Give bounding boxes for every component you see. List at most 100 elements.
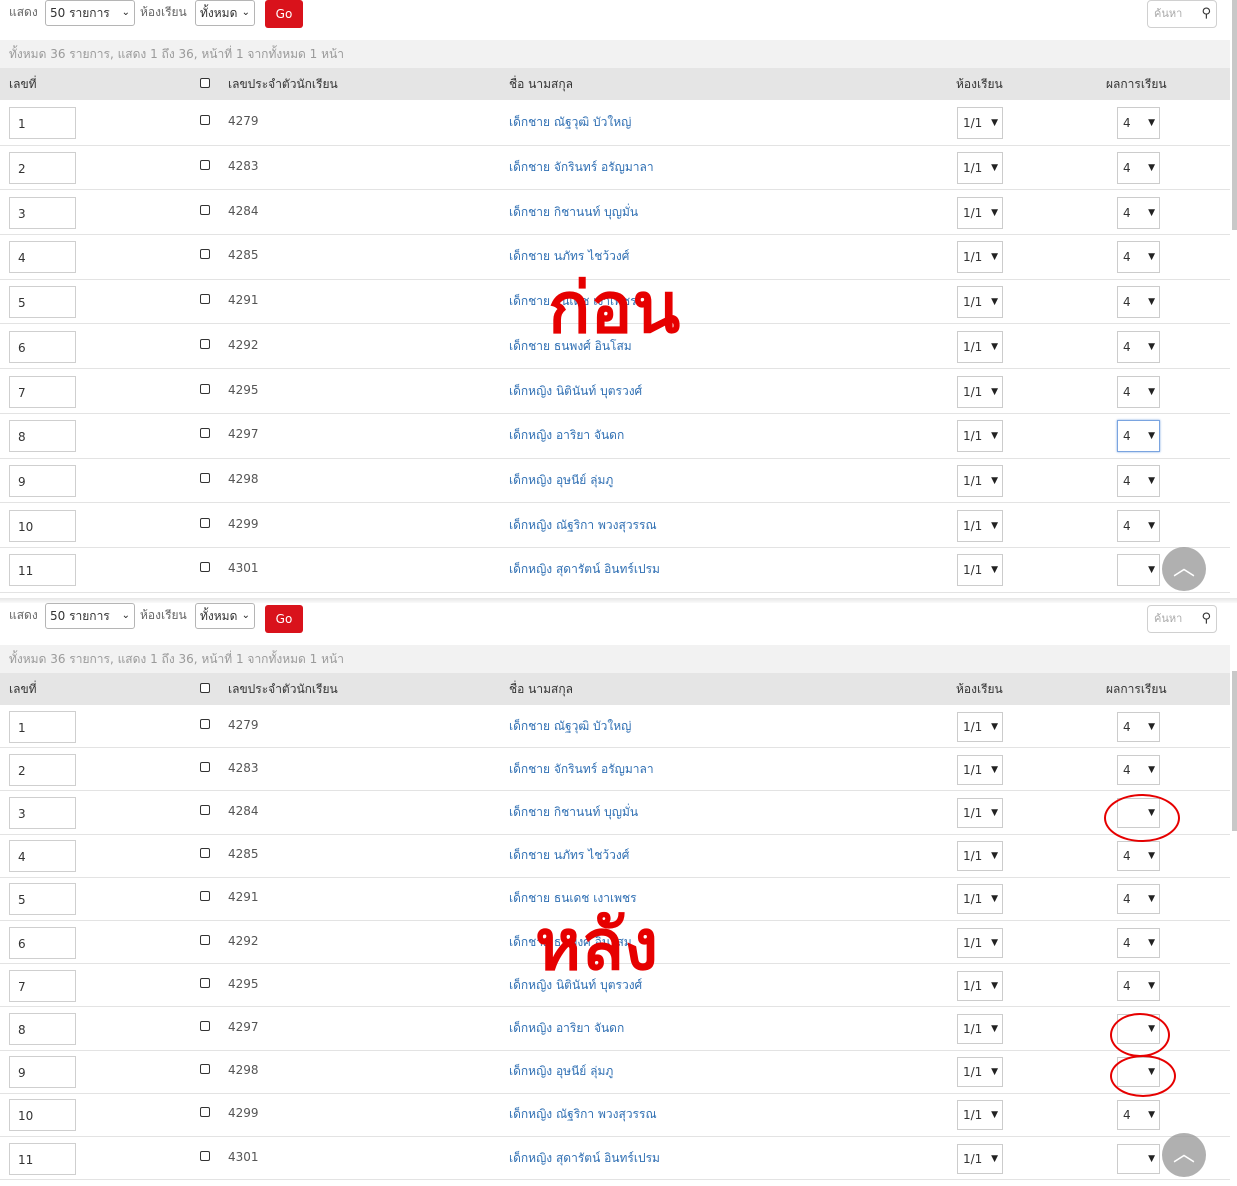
row-checkbox[interactable]: [200, 1020, 210, 1031]
row-checkbox[interactable]: [200, 472, 210, 483]
result-select[interactable]: 4 ▼: [1117, 509, 1160, 542]
student-name-link[interactable]: เด็กชาย กิชานนท์ บุญมั่น: [509, 203, 638, 222]
page-size-select[interactable]: 50 รายการ ⌄: [45, 0, 135, 26]
seq-input[interactable]: 10: [9, 509, 76, 542]
room-select[interactable]: 1/1 ▼: [957, 464, 1003, 497]
room-select[interactable]: 1/1 ▼: [957, 152, 1003, 185]
room-select[interactable]: 1/1 ▼: [957, 711, 1003, 742]
student-name-link[interactable]: เด็กหญิง อาริยา จันดก: [509, 1019, 624, 1038]
vertical-scrollbar[interactable]: [1232, 0, 1237, 230]
go-button[interactable]: Go: [265, 0, 303, 28]
student-name-link[interactable]: เด็กชาย จักรินทร์ อรัญมาลา: [509, 760, 654, 779]
student-name-link[interactable]: เด็กชาย นภัทร ไชว้วงศ์: [509, 247, 629, 266]
row-checkbox[interactable]: [200, 204, 210, 215]
seq-input[interactable]: 11: [9, 1142, 76, 1175]
room-select[interactable]: 1/1 ▼: [957, 1100, 1003, 1131]
select-all-checkbox[interactable]: [200, 78, 210, 88]
room-select[interactable]: 1/1 ▼: [957, 375, 1003, 408]
row-checkbox[interactable]: [200, 1064, 210, 1075]
student-name-link[interactable]: เด็กหญิง อุษนีย์ ลุ่มภู: [509, 471, 613, 490]
scroll-to-top-button[interactable]: ︿: [1162, 547, 1206, 591]
result-select[interactable]: 4 ▼: [1117, 841, 1160, 872]
select-all-checkbox[interactable]: [200, 683, 210, 693]
room-filter-select[interactable]: ทั้งหมด ⌄: [195, 0, 255, 26]
student-name-link[interactable]: เด็กชาย กิชานนท์ บุญมั่น: [509, 803, 638, 822]
result-select[interactable]: 4 ▼: [1117, 107, 1160, 140]
seq-input[interactable]: 4: [9, 840, 76, 873]
room-select[interactable]: 1/1 ▼: [957, 797, 1003, 828]
result-select[interactable]: 4 ▼: [1117, 241, 1160, 274]
room-select[interactable]: 1/1 ▼: [957, 509, 1003, 542]
row-checkbox[interactable]: [200, 428, 210, 439]
room-select[interactable]: 1/1 ▼: [957, 330, 1003, 363]
result-select[interactable]: ▼: [1117, 1143, 1160, 1174]
result-select[interactable]: 4 ▼: [1117, 330, 1160, 363]
seq-input[interactable]: 9: [9, 464, 76, 497]
student-name-link[interactable]: เด็กชาย จักรินทร์ อรัญมาลา: [509, 158, 654, 177]
seq-input[interactable]: 5: [9, 883, 76, 916]
result-select[interactable]: 4 ▼: [1117, 196, 1160, 229]
seq-input[interactable]: 1: [9, 710, 76, 743]
result-select[interactable]: 4 ▼: [1117, 286, 1160, 319]
search-input[interactable]: ค้นหา ⚲: [1147, 0, 1217, 28]
row-checkbox[interactable]: [200, 517, 210, 528]
vertical-scrollbar[interactable]: [1232, 671, 1237, 831]
page-size-select[interactable]: 50 รายการ ⌄: [45, 603, 135, 629]
row-checkbox[interactable]: [200, 934, 210, 945]
result-select[interactable]: 4 ▼: [1117, 884, 1160, 915]
search-icon[interactable]: ⚲: [1201, 1, 1211, 27]
result-select[interactable]: 4 ▼: [1117, 927, 1160, 958]
student-name-link[interactable]: เด็กหญิง ณัฐริกา พวงสุวรรณ: [509, 516, 657, 535]
student-name-link[interactable]: เด็กชาย ณัฐวุฒิ บัวใหญ่: [509, 113, 631, 132]
result-select[interactable]: 4 ▼: [1117, 375, 1160, 408]
search-icon[interactable]: ⚲: [1201, 606, 1211, 632]
result-select[interactable]: 4 ▼: [1117, 754, 1160, 785]
room-select[interactable]: 1/1 ▼: [957, 884, 1003, 915]
row-checkbox[interactable]: [200, 804, 210, 815]
row-checkbox[interactable]: [200, 249, 210, 260]
row-checkbox[interactable]: [200, 294, 210, 305]
student-name-link[interactable]: เด็กชาย ณัฐวุฒิ บัวใหญ่: [509, 717, 631, 736]
room-select[interactable]: 1/1 ▼: [957, 1143, 1003, 1174]
room-select[interactable]: 1/1 ▼: [957, 754, 1003, 785]
seq-input[interactable]: 3: [9, 196, 76, 229]
room-select[interactable]: 1/1 ▼: [957, 970, 1003, 1001]
scroll-to-top-button[interactable]: ︿: [1162, 1133, 1206, 1177]
seq-input[interactable]: 2: [9, 152, 76, 185]
seq-input[interactable]: 8: [9, 1012, 76, 1045]
row-checkbox[interactable]: [200, 115, 210, 126]
seq-input[interactable]: 9: [9, 1056, 76, 1089]
room-select[interactable]: 1/1 ▼: [957, 196, 1003, 229]
result-select[interactable]: 4 ▼: [1117, 711, 1160, 742]
row-checkbox[interactable]: [200, 1107, 210, 1118]
room-select[interactable]: 1/1 ▼: [957, 420, 1003, 453]
seq-input[interactable]: 5: [9, 286, 76, 319]
row-checkbox[interactable]: [200, 338, 210, 349]
room-select[interactable]: 1/1 ▼: [957, 107, 1003, 140]
seq-input[interactable]: 11: [9, 554, 76, 587]
seq-input[interactable]: 6: [9, 330, 76, 363]
row-checkbox[interactable]: [200, 1150, 210, 1161]
result-select[interactable]: ▼: [1117, 554, 1160, 587]
room-filter-select[interactable]: ทั้งหมด ⌄: [195, 603, 255, 629]
row-checkbox[interactable]: [200, 562, 210, 573]
student-name-link[interactable]: เด็กหญิง ณัฐริกา พวงสุวรรณ: [509, 1105, 657, 1124]
result-select[interactable]: 4 ▼: [1117, 970, 1160, 1001]
student-name-link[interactable]: เด็กหญิง สุดารัตน์ อินทร์เปรม: [509, 560, 660, 579]
room-select[interactable]: 1/1 ▼: [957, 1013, 1003, 1044]
seq-input[interactable]: 4: [9, 241, 76, 274]
student-name-link[interactable]: เด็กหญิง อาริยา จันดก: [509, 426, 624, 445]
seq-input[interactable]: 2: [9, 753, 76, 786]
result-select[interactable]: 4 ▼: [1117, 152, 1160, 185]
seq-input[interactable]: 10: [9, 1099, 76, 1132]
student-name-link[interactable]: เด็กชาย นภัทร ไชว้วงศ์: [509, 846, 629, 865]
row-checkbox[interactable]: [200, 160, 210, 171]
student-name-link[interactable]: เด็กหญิง นิตินันท์ บุตรวงศ์: [509, 382, 642, 401]
result-select[interactable]: 4 ▼: [1117, 464, 1160, 497]
room-select[interactable]: 1/1 ▼: [957, 286, 1003, 319]
seq-input[interactable]: 3: [9, 796, 76, 829]
seq-input[interactable]: 6: [9, 926, 76, 959]
student-name-link[interactable]: เด็กหญิง อุษนีย์ ลุ่มภู: [509, 1062, 613, 1081]
row-checkbox[interactable]: [200, 891, 210, 902]
seq-input[interactable]: 8: [9, 420, 76, 453]
